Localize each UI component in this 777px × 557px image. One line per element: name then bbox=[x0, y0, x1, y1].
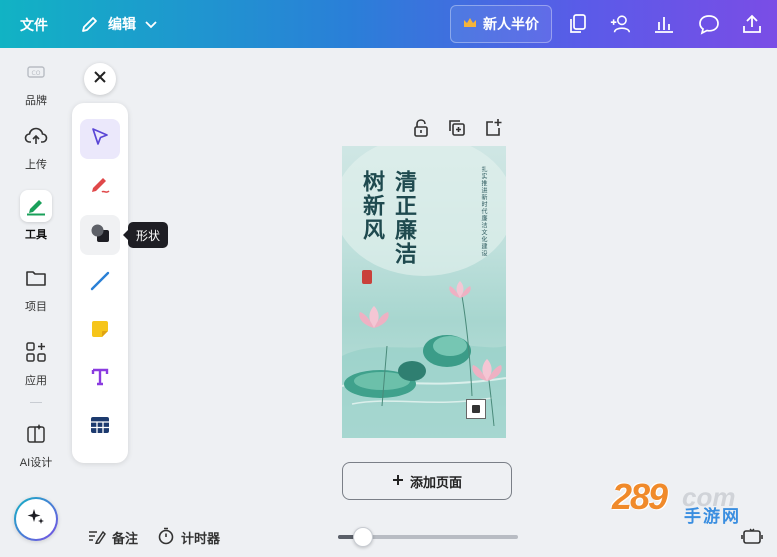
folder-icon bbox=[20, 262, 52, 294]
line-icon bbox=[89, 270, 111, 297]
analytics-icon[interactable] bbox=[652, 12, 676, 36]
text-icon bbox=[89, 366, 111, 393]
file-menu[interactable]: 文件 bbox=[20, 15, 48, 35]
promo-label: 新人半价 bbox=[483, 16, 539, 32]
copy-pages-icon[interactable] bbox=[566, 12, 590, 36]
pen-tool-icon bbox=[20, 190, 52, 222]
duplicate-page-icon[interactable] bbox=[446, 117, 468, 139]
add-page-button[interactable]: 添加页面 bbox=[342, 462, 512, 500]
cloud-upload-icon bbox=[20, 120, 52, 152]
magic-button[interactable] bbox=[14, 497, 58, 541]
tool-line[interactable] bbox=[80, 263, 120, 303]
sticky-note-icon bbox=[89, 318, 111, 345]
watermark-number: 289 bbox=[612, 476, 668, 517]
notes-icon bbox=[88, 528, 106, 547]
seal-stamp bbox=[362, 270, 372, 284]
table-icon bbox=[89, 414, 111, 441]
close-panel-button[interactable] bbox=[84, 63, 116, 95]
sidebar-item-tools[interactable]: 工具 bbox=[0, 190, 72, 242]
sidebar-item-label: AI设计 bbox=[19, 457, 53, 469]
poster-title-right: 清正廉洁 bbox=[391, 170, 417, 266]
design-canvas-page[interactable]: 清正廉洁 树新风 扎实推进新时代廉洁文化建设 bbox=[342, 146, 506, 438]
sparkle-icon bbox=[25, 506, 47, 533]
pen-draw-icon bbox=[88, 174, 112, 201]
timer-icon bbox=[157, 527, 175, 548]
sidebar-item-upload[interactable]: 上传 bbox=[0, 120, 72, 172]
shape-tooltip: 形状 bbox=[122, 222, 169, 248]
poster-title-left: 树新风 bbox=[359, 170, 385, 242]
cursor-arrow-icon bbox=[90, 127, 110, 152]
sidebar-item-label: 工具 bbox=[25, 229, 47, 241]
share-people-icon[interactable] bbox=[609, 12, 633, 36]
comment-icon[interactable] bbox=[697, 12, 721, 36]
ai-design-icon bbox=[20, 418, 52, 450]
sidebar-item-ai-design[interactable]: AI设计 bbox=[0, 418, 72, 470]
present-icon[interactable] bbox=[741, 527, 763, 547]
svg-text:CO: CO bbox=[32, 70, 41, 77]
shape-icon bbox=[89, 222, 111, 249]
pencil-icon bbox=[80, 14, 100, 34]
top-bar: 文件 编辑 新人半价 bbox=[0, 0, 777, 48]
poster-subtitle: 扎实推进新时代廉洁文化建设 bbox=[480, 166, 486, 257]
edit-menu[interactable]: 编辑 bbox=[80, 11, 158, 37]
sidebar-item-brand[interactable]: CO 品牌 bbox=[0, 56, 72, 108]
plus-icon bbox=[392, 474, 404, 489]
tool-text[interactable] bbox=[80, 359, 120, 399]
crown-icon bbox=[463, 16, 477, 32]
timer-button[interactable]: 计时器 bbox=[157, 527, 220, 547]
brand-icon: CO bbox=[20, 56, 52, 88]
chevron-down-icon bbox=[144, 17, 158, 31]
sidebar-item-label: 品牌 bbox=[25, 95, 47, 107]
qr-code bbox=[466, 399, 486, 419]
upload-icon[interactable] bbox=[740, 12, 764, 36]
sidebar-item-label: 应用 bbox=[25, 375, 47, 387]
tools-panel bbox=[72, 103, 128, 463]
tool-table[interactable] bbox=[80, 407, 120, 447]
timer-label: 计时器 bbox=[181, 530, 221, 546]
site-watermark: 289 com 手游网 bbox=[612, 476, 762, 526]
tool-shape[interactable] bbox=[80, 215, 120, 255]
close-icon bbox=[94, 70, 106, 88]
sidebar-item-label: 上传 bbox=[25, 159, 47, 171]
edit-label: 编辑 bbox=[108, 16, 136, 32]
sidebar-divider bbox=[30, 402, 42, 403]
promo-button[interactable]: 新人半价 bbox=[450, 5, 552, 43]
left-sidebar: CO 品牌 上传 工具 项目 应用 AI设计 bbox=[0, 48, 72, 557]
sidebar-item-label: 项目 bbox=[25, 301, 47, 313]
apps-grid-icon bbox=[20, 336, 52, 368]
sidebar-item-projects[interactable]: 项目 bbox=[0, 262, 72, 314]
sidebar-item-apps[interactable]: 应用 bbox=[0, 336, 72, 388]
tool-select[interactable] bbox=[80, 119, 120, 159]
tool-draw[interactable] bbox=[80, 167, 120, 207]
watermark-site: 手游网 bbox=[684, 507, 741, 526]
add-page-label: 添加页面 bbox=[409, 474, 462, 490]
tool-sticky-note[interactable] bbox=[80, 311, 120, 351]
add-page-icon[interactable] bbox=[482, 117, 504, 139]
notes-label: 备注 bbox=[112, 530, 139, 546]
lock-icon[interactable] bbox=[410, 117, 432, 139]
zoom-slider-handle[interactable] bbox=[353, 527, 374, 547]
notes-button[interactable]: 备注 bbox=[88, 527, 138, 547]
